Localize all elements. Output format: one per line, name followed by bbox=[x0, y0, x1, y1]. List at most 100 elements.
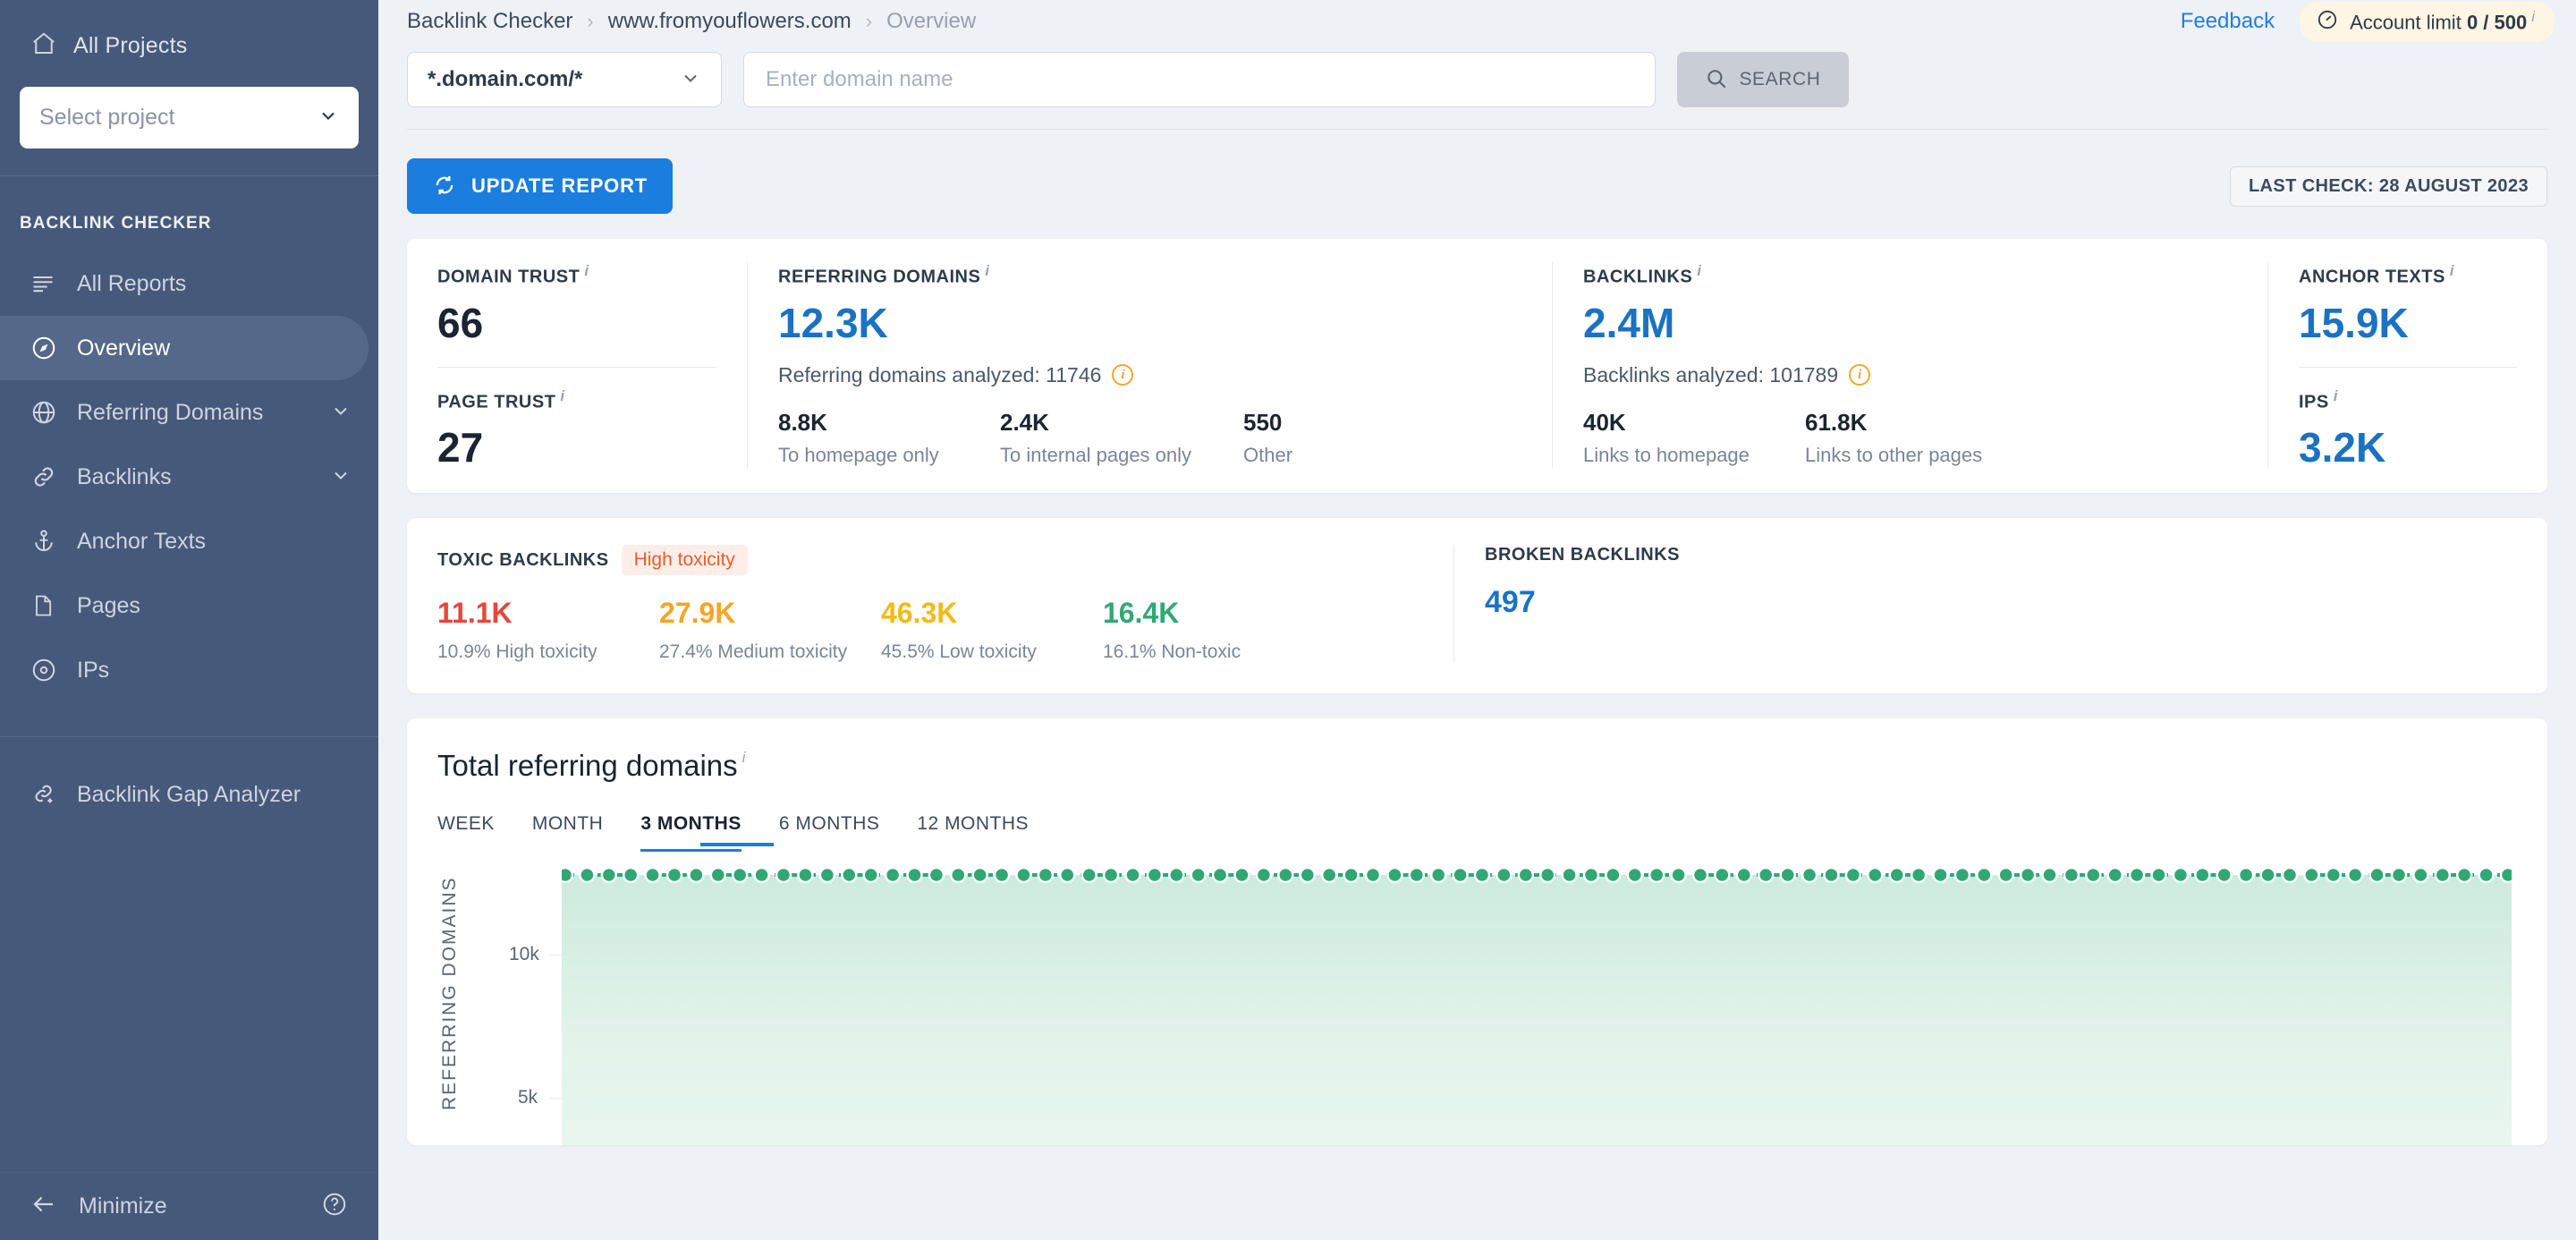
info-icon[interactable]: i bbox=[742, 749, 746, 767]
info-icon[interactable]: i bbox=[560, 387, 564, 404]
compass-icon bbox=[30, 335, 66, 361]
toxic-value: 11.1K bbox=[437, 597, 513, 630]
tab-month[interactable]: MONTH bbox=[532, 813, 604, 852]
project-select[interactable]: Select project bbox=[20, 87, 359, 149]
search-icon bbox=[1705, 67, 1728, 93]
sidebar-item-label: Pages bbox=[77, 592, 140, 618]
feedback-link[interactable]: Feedback bbox=[2181, 9, 2275, 34]
info-circle-icon[interactable]: i bbox=[1849, 364, 1871, 386]
chevron-down-icon[interactable] bbox=[330, 464, 352, 490]
backlinks-label: BACKLINKS i bbox=[1583, 262, 1702, 287]
info-icon[interactable]: i bbox=[2531, 8, 2535, 25]
search-scope-select[interactable]: *.domain.com/* bbox=[407, 52, 722, 107]
tab-12-months[interactable]: 12 MONTHS bbox=[917, 813, 1029, 852]
chevron-down-icon bbox=[680, 67, 701, 93]
breakdown-caption: To homepage only bbox=[778, 443, 939, 466]
sidebar-bottom: Minimize bbox=[0, 1172, 378, 1240]
breadcrumb-separator: › bbox=[587, 10, 594, 32]
info-circle-icon[interactable]: i bbox=[1112, 364, 1134, 386]
ips-value: 3.2K bbox=[2299, 424, 2386, 471]
account-limit-label: Account limit bbox=[2350, 11, 2462, 34]
update-report-button[interactable]: UPDATE REPORT bbox=[407, 158, 674, 214]
sidebar-divider-2 bbox=[0, 736, 378, 737]
sidebar-item-ips[interactable]: IPs bbox=[0, 638, 378, 702]
target-icon bbox=[30, 657, 66, 684]
toxic-row: TOXIC BACKLINKS High toxicity 11.1K 10.9… bbox=[407, 518, 2547, 693]
toxic-backlinks-card: TOXIC BACKLINKS High toxicity 11.1K 10.9… bbox=[407, 518, 2547, 694]
breakdown-item: 550 Other bbox=[1243, 409, 1292, 467]
sidebar-item-backlink-gap-analyzer[interactable]: Backlink Gap Analyzer bbox=[0, 762, 378, 827]
backlinks-breakdown: 40K Links to homepage 61.8K Links to oth… bbox=[1583, 409, 2237, 467]
info-icon[interactable]: i bbox=[584, 262, 589, 279]
chart-plot: REFERRING DOMAINS 10k 5k bbox=[407, 843, 2547, 1146]
search-scope-value: *.domain.com/* bbox=[428, 67, 583, 91]
toxic-values: 11.1K 10.9% High toxicity 27.9K 27.4% Me… bbox=[437, 599, 1423, 663]
help-icon[interactable] bbox=[321, 1191, 348, 1222]
account-limit-badge[interactable]: Account limit 0 / 500 i bbox=[2300, 1, 2555, 42]
search-row: *.domain.com/* SEARCH bbox=[407, 43, 2547, 130]
info-icon[interactable]: i bbox=[1697, 262, 1701, 279]
breakdown-caption: Links to other pages bbox=[1805, 443, 1983, 466]
sidebar: All Projects Select project BACKLINK CHE… bbox=[0, 0, 378, 1240]
breadcrumb-item-domain[interactable]: www.fromyouflowers.com bbox=[608, 9, 852, 34]
sidebar-item-anchor-texts[interactable]: Anchor Texts bbox=[0, 509, 378, 573]
last-check-badge: LAST CHECK: 28 AUGUST 2023 bbox=[2229, 166, 2547, 207]
toxic-item: 27.9K 27.4% Medium toxicity bbox=[659, 599, 881, 663]
breakdown-value: 40K bbox=[1583, 408, 1626, 436]
tab-6-months[interactable]: 6 MONTHS bbox=[779, 813, 880, 852]
metric-trust-column: DOMAIN TRUST i 66 PAGE TRUST i 27 bbox=[407, 262, 747, 468]
breakdown-value: 8.8K bbox=[778, 408, 827, 436]
search-button[interactable]: SEARCH bbox=[1677, 52, 1849, 107]
breadcrumb: Backlink Checker › www.fromyouflowers.co… bbox=[407, 9, 2181, 34]
breakdown-item: 61.8K Links to other pages bbox=[1805, 409, 1982, 467]
chart-area-fill bbox=[562, 875, 2512, 1146]
sidebar-item-label: IPs bbox=[77, 657, 110, 683]
backlinks-analyzed: Backlinks analyzed: 101789 i bbox=[1583, 363, 2237, 387]
broken-backlinks-value: 497 bbox=[1485, 585, 1536, 620]
info-icon[interactable]: i bbox=[985, 262, 989, 279]
referring-domains-value: 12.3K bbox=[778, 299, 888, 346]
account-limit-value: 0 / 500 bbox=[2466, 11, 2528, 34]
breakdown-value: 61.8K bbox=[1805, 408, 1868, 436]
breakdown-caption: Other bbox=[1243, 443, 1293, 466]
top-bar: Backlink Checker › www.fromyouflowers.co… bbox=[378, 0, 2576, 43]
anchor-icon bbox=[30, 528, 66, 555]
main-content: Backlink Checker › www.fromyouflowers.co… bbox=[378, 0, 2576, 1240]
total-referring-domains-card: Total referring domains i WEEK MONTH 3 MO… bbox=[407, 718, 2547, 1146]
sidebar-item-overview[interactable]: Overview bbox=[0, 316, 369, 380]
chart-period-tabs: WEEK MONTH 3 MONTHS 6 MONTHS 12 MONTHS bbox=[407, 783, 2547, 853]
chart-series-line bbox=[562, 867, 2512, 884]
info-icon[interactable]: i bbox=[2334, 387, 2338, 404]
metric-backlinks-column: BACKLINKS i 2.4M Backlinks analyzed: 1017… bbox=[1552, 262, 2267, 469]
chart-y-tick-10k: 10k bbox=[509, 944, 539, 965]
search-input[interactable] bbox=[743, 52, 1656, 107]
breakdown-value: 2.4K bbox=[1000, 408, 1049, 436]
info-icon[interactable]: i bbox=[2450, 262, 2454, 279]
toxicity-status-badge: High toxicity bbox=[621, 545, 748, 576]
toxic-item: 16.4K 16.1% Non-toxic bbox=[1103, 599, 1325, 663]
chevron-down-icon[interactable] bbox=[330, 400, 352, 426]
link-add-icon bbox=[30, 781, 66, 808]
sidebar-item-referring-domains[interactable]: Referring Domains bbox=[0, 380, 378, 445]
referring-domains-analyzed: Referring domains analyzed: 11746 i bbox=[778, 363, 1521, 387]
sidebar-item-label: Referring Domains bbox=[77, 399, 264, 425]
search-button-label: SEARCH bbox=[1739, 69, 1821, 89]
tab-week[interactable]: WEEK bbox=[437, 813, 495, 852]
toxic-header: TOXIC BACKLINKS High toxicity bbox=[437, 545, 1423, 576]
toxic-value: 27.9K bbox=[659, 597, 736, 630]
anchor-texts-label: ANCHOR TEXTS i bbox=[2299, 262, 2455, 287]
arrow-left-icon[interactable] bbox=[30, 1191, 57, 1222]
gauge-icon bbox=[2316, 8, 2339, 36]
sidebar-all-projects[interactable]: All Projects bbox=[20, 30, 359, 61]
sidebar-item-pages[interactable]: Pages bbox=[0, 573, 378, 638]
sidebar-top: All Projects Select project bbox=[0, 0, 378, 175]
toxic-backlinks-section: TOXIC BACKLINKS High toxicity 11.1K 10.9… bbox=[407, 545, 1453, 663]
sidebar-item-all-reports[interactable]: All Reports bbox=[0, 251, 378, 316]
minimize-label[interactable]: Minimize bbox=[79, 1193, 321, 1219]
sidebar-item-label: Anchor Texts bbox=[77, 528, 207, 554]
breadcrumb-item-backlink-checker[interactable]: Backlink Checker bbox=[407, 9, 572, 34]
anchor-texts-value: 15.9K bbox=[2299, 299, 2409, 346]
referring-domains-label: REFERRING DOMAINS i bbox=[778, 262, 990, 287]
sidebar-item-backlinks[interactable]: Backlinks bbox=[0, 445, 378, 509]
